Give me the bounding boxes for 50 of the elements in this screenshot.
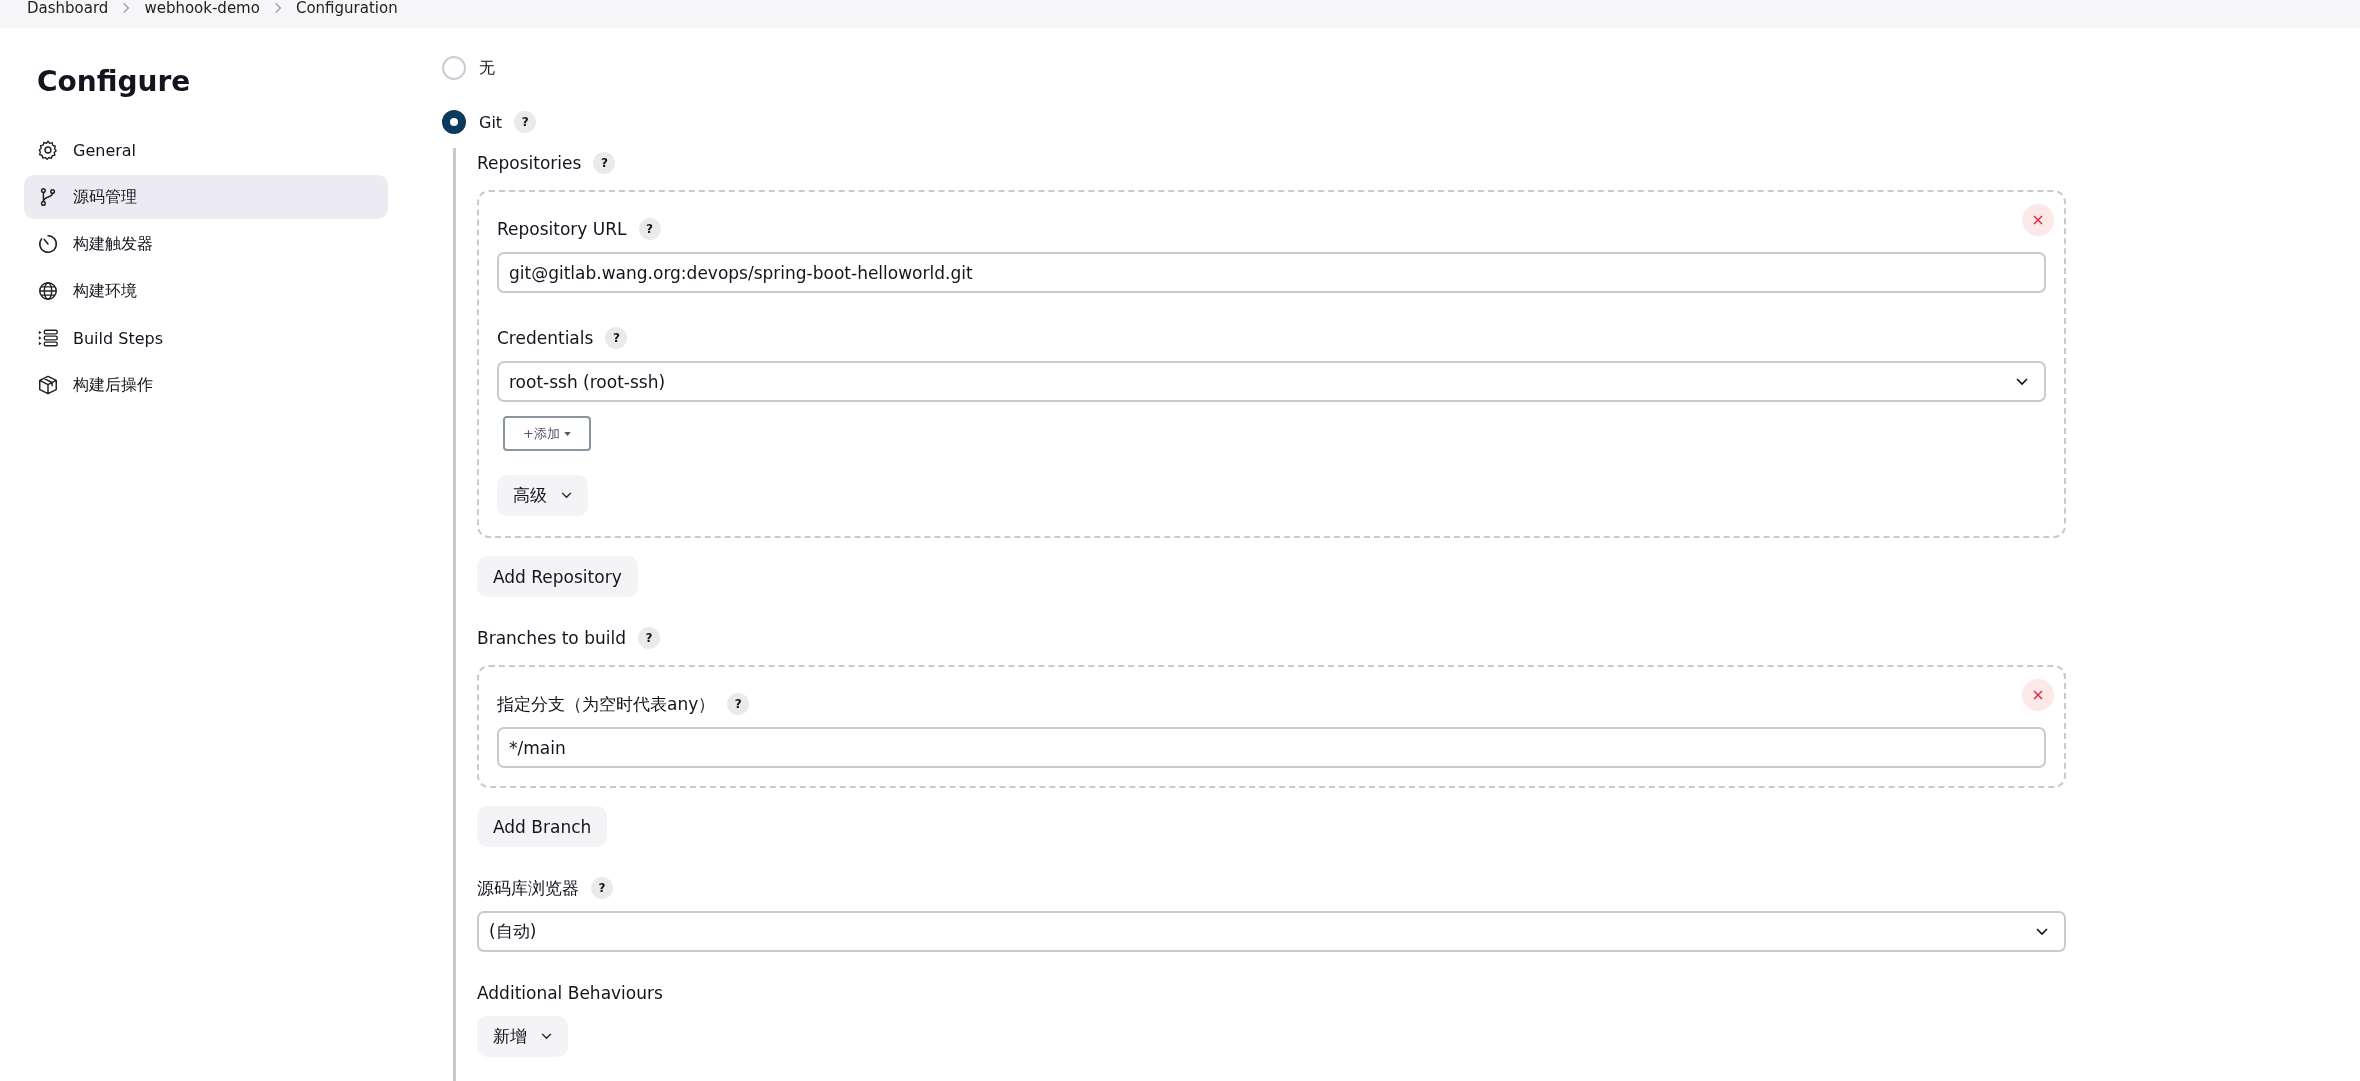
help-icon[interactable]: ? [727, 693, 750, 715]
field-label: Branches to build [477, 628, 626, 648]
branch-specifier-field[interactable]: */main [497, 727, 2046, 768]
radio-label: 无 [479, 57, 495, 79]
chevron-right-icon [273, 2, 282, 14]
add-branch-button[interactable]: Add Branch [477, 806, 608, 847]
sidebar-item[interactable]: General [24, 128, 388, 172]
sidebar-item[interactable]: 源码管理 [24, 175, 388, 219]
page-title: Configure [37, 64, 192, 100]
sidebar-item[interactable]: 构建环境 [24, 269, 388, 313]
help-icon[interactable]: ? [593, 152, 616, 174]
help-icon[interactable]: ? [591, 877, 613, 899]
advanced-button[interactable]: 高级 [497, 475, 588, 516]
add-behaviour-button[interactable]: 新增 [477, 1016, 568, 1057]
repository-url-field[interactable]: git@gitlab.wang.org:devops/spring-boot-helloworld.git [497, 252, 2046, 293]
radio-button[interactable] [442, 110, 466, 134]
field-label: Credentials [497, 328, 594, 348]
repository-browser-dropdown[interactable]: (自动) [477, 911, 2066, 952]
sidebar-item[interactable]: 构建后操作 [24, 363, 388, 407]
breadcrumb-link[interactable]: webhook-demo [144, 0, 260, 16]
field-label: 源码库浏览器 [477, 876, 579, 900]
timer-icon [37, 233, 59, 255]
globe-icon [37, 280, 59, 302]
list-icon [37, 327, 59, 349]
add-credentials-button[interactable]: +添加 [503, 416, 591, 451]
help-icon[interactable]: ? [605, 327, 628, 349]
breadcrumb-link[interactable]: Configuration [295, 0, 398, 16]
caret-icon [563, 431, 571, 436]
sidebar-item[interactable]: 构建触发器 [24, 222, 388, 266]
close-icon[interactable] [2022, 204, 2054, 236]
chevron-down-icon [2036, 927, 2048, 936]
gear-icon [37, 139, 59, 161]
chevron-down-icon [561, 492, 572, 499]
chevron-down-icon [2016, 377, 2028, 386]
credentials-dropdown[interactable]: root-ssh (root-ssh) [497, 361, 2046, 402]
help-icon[interactable]: ? [637, 627, 660, 649]
help-icon[interactable]: ? [514, 111, 537, 133]
add-repository-button[interactable]: Add Repository [477, 556, 638, 597]
help-icon[interactable]: ? [638, 218, 661, 240]
breadcrumb-link[interactable]: Dashboard [27, 0, 109, 16]
chevron-right-icon [122, 2, 131, 14]
field-label: Repositories [477, 153, 582, 173]
field-label: 指定分支（为空时代表any） [497, 692, 716, 716]
sidebar-item[interactable]: Build Steps [24, 316, 388, 360]
field-label: Repository URL [497, 219, 627, 239]
chevron-down-icon [541, 1033, 552, 1040]
radio-label: Git [479, 112, 503, 132]
package-icon [37, 374, 59, 396]
close-icon[interactable] [2022, 679, 2054, 711]
field-label: Additional Behaviours [477, 983, 663, 1003]
